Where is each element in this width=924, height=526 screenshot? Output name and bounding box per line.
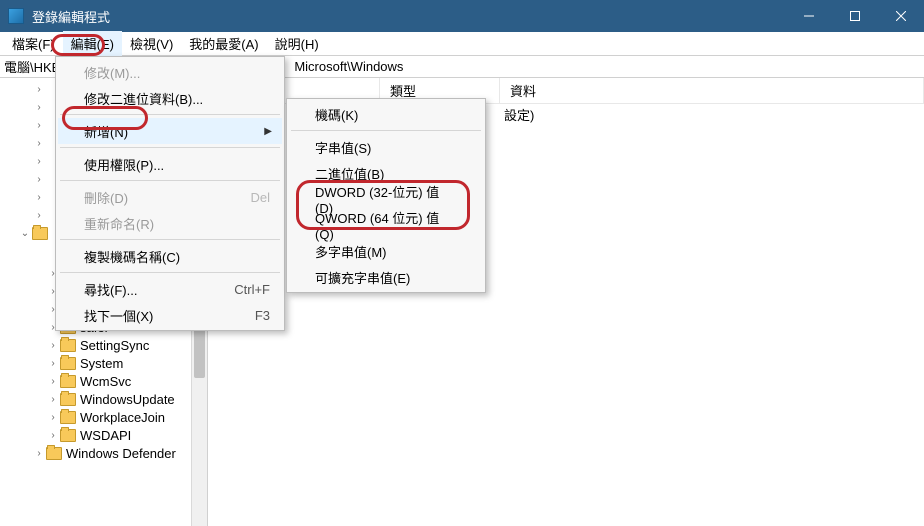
chevron-right-icon[interactable] [32, 448, 46, 459]
tree-row[interactable]: System [2, 354, 207, 372]
chevron-right-icon[interactable] [46, 358, 60, 369]
folder-icon [60, 357, 76, 370]
edit-menu: 修改(M)... 修改二進位資料(B)... 新增(N)▶ 使用權限(P)...… [55, 56, 285, 331]
new-multi-string[interactable]: 多字串值(M) [289, 238, 483, 264]
tree-row[interactable]: WorkplaceJoin [2, 408, 207, 426]
folder-icon [60, 375, 76, 388]
menu-new[interactable]: 新增(N)▶ [58, 118, 282, 144]
folder-icon [60, 411, 76, 424]
menu-edit[interactable]: 編輯(E) [63, 31, 122, 56]
tree-label: WorkplaceJoin [80, 410, 165, 425]
menu-file[interactable]: 檔案(F) [4, 31, 63, 56]
chevron-right-icon[interactable] [32, 210, 46, 221]
close-button[interactable] [878, 0, 924, 32]
chevron-right-icon[interactable] [46, 394, 60, 405]
menu-find-next[interactable]: 找下一個(X)F3 [58, 302, 282, 328]
window-titlebar: 登錄編輯程式 [0, 0, 924, 32]
menubar: 檔案(F) 編輯(E) 檢視(V) 我的最愛(A) 說明(H) [0, 32, 924, 56]
chevron-right-icon[interactable] [32, 174, 46, 185]
maximize-button[interactable] [832, 0, 878, 32]
menu-copy-key-name[interactable]: 複製機碼名稱(C) [58, 243, 282, 269]
new-key[interactable]: 機碼(K) [289, 101, 483, 127]
new-expand-string[interactable]: 可擴充字串值(E) [289, 264, 483, 290]
chevron-right-icon[interactable] [46, 340, 60, 351]
menu-find[interactable]: 尋找(F)...Ctrl+F [58, 276, 282, 302]
chevron-right-icon[interactable] [46, 376, 60, 387]
tree-label: WSDAPI [80, 428, 131, 443]
minimize-button[interactable] [786, 0, 832, 32]
chevron-right-icon[interactable] [32, 102, 46, 113]
chevron-right-icon[interactable] [32, 120, 46, 131]
menu-modify: 修改(M)... [58, 59, 282, 85]
folder-icon [60, 339, 76, 352]
tree-label: System [80, 356, 123, 371]
col-data[interactable]: 資料 [500, 78, 924, 103]
menu-delete: 刪除(D)Del [58, 184, 282, 210]
tree-row[interactable]: WSDAPI [2, 426, 207, 444]
menu-modify-binary[interactable]: 修改二進位資料(B)... [58, 85, 282, 111]
tree-row[interactable]: WcmSvc [2, 372, 207, 390]
folder-icon [60, 393, 76, 406]
chevron-right-icon[interactable] [32, 84, 46, 95]
folder-icon [60, 429, 76, 442]
chevron-right-icon[interactable] [32, 156, 46, 167]
chevron-right-icon[interactable] [46, 430, 60, 441]
chevron-right-icon[interactable] [46, 412, 60, 423]
tree-row[interactable]: SettingSync [2, 336, 207, 354]
menu-help[interactable]: 說明(H) [267, 31, 327, 56]
tree-label: SettingSync [80, 338, 149, 353]
menu-view[interactable]: 檢視(V) [122, 31, 181, 56]
tree-label: Windows Defender [66, 446, 176, 461]
address-prefix: 電腦\HKE [4, 57, 60, 76]
submenu-arrow-icon: ▶ [264, 126, 272, 137]
tree-row[interactable]: WindowsUpdate [2, 390, 207, 408]
new-string[interactable]: 字串值(S) [289, 134, 483, 160]
chevron-right-icon[interactable] [32, 138, 46, 149]
new-qword[interactable]: QWORD (64 位元) 值(Q) [289, 212, 483, 238]
menu-favorites[interactable]: 我的最愛(A) [181, 31, 266, 56]
folder-icon [46, 447, 62, 460]
list-cell-data: 設定) [504, 105, 924, 124]
window-title: 登錄編輯程式 [32, 7, 786, 26]
chevron-down-icon[interactable] [18, 228, 32, 239]
tree-label: WcmSvc [80, 374, 131, 389]
new-submenu: 機碼(K) 字串值(S) 二進位值(B) DWORD (32-位元) 值(D) … [286, 98, 486, 293]
folder-icon [32, 227, 48, 240]
menu-permissions[interactable]: 使用權限(P)... [58, 151, 282, 177]
app-icon [8, 8, 24, 24]
menu-rename: 重新命名(R) [58, 210, 282, 236]
tree-row[interactable]: Windows Defender [2, 444, 207, 462]
tree-label: WindowsUpdate [80, 392, 175, 407]
chevron-right-icon[interactable] [32, 192, 46, 203]
